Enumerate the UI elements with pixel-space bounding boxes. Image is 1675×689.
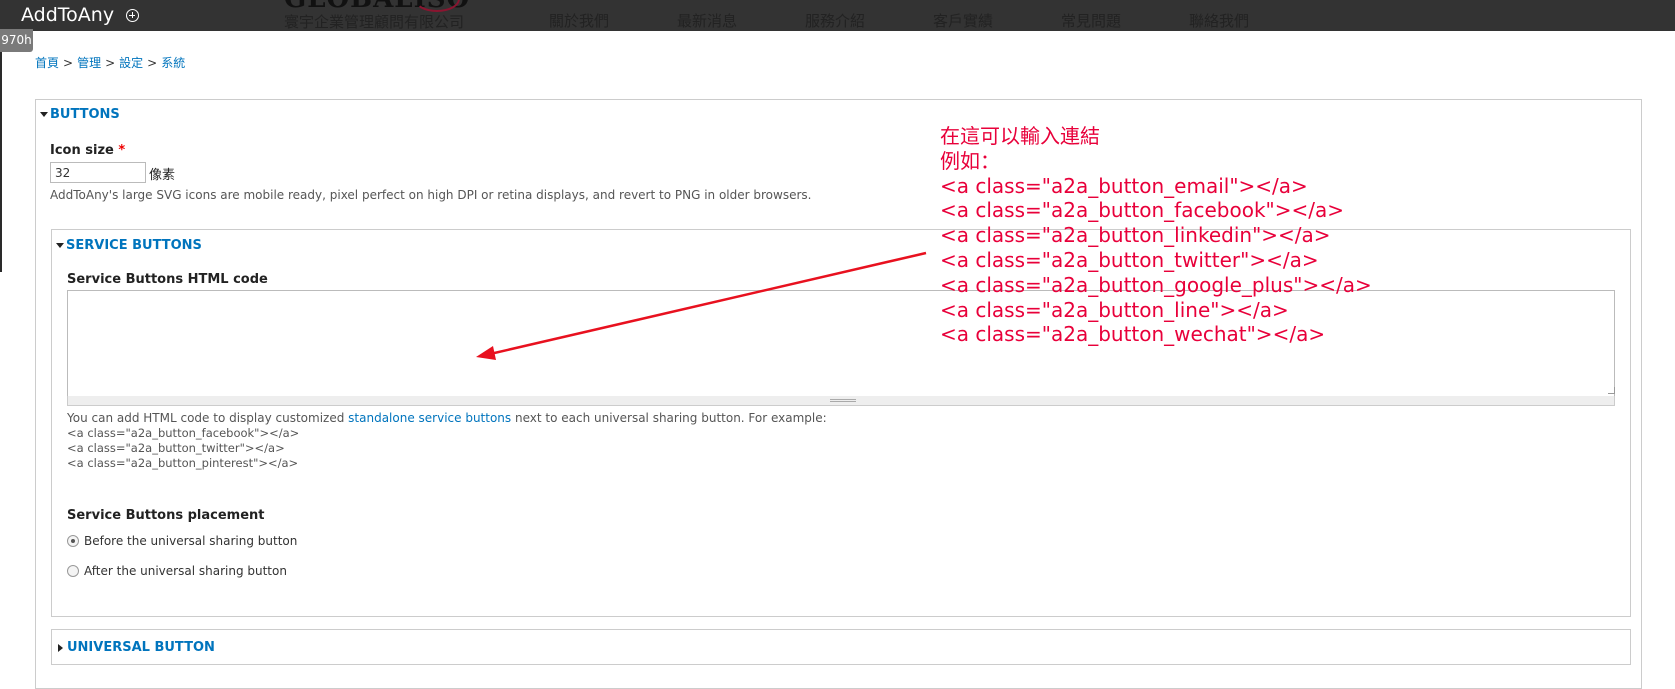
annotation-arrow-line — [489, 251, 927, 356]
annotation-arrow — [476, 251, 927, 360]
arrow-head-icon — [476, 346, 496, 360]
